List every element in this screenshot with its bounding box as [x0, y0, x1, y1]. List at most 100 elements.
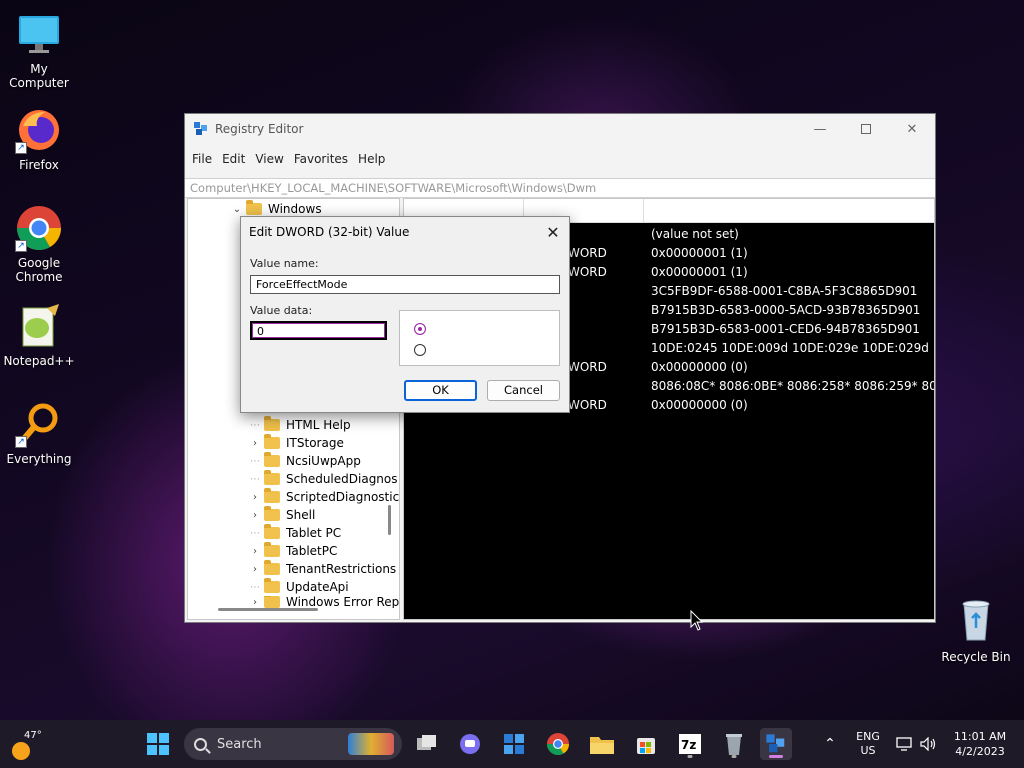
desktop-icon-chrome[interactable]: ↗ Google Chrome — [0, 204, 78, 284]
tray-overflow-button[interactable]: ⌃ — [820, 720, 840, 768]
chrome-icon — [547, 733, 569, 755]
value-data: 0x00000000 (0) — [651, 398, 748, 412]
recycle-taskbar-button[interactable] — [718, 728, 750, 760]
menu-help[interactable]: Help — [353, 152, 390, 166]
tree-item-label: Shell — [286, 508, 316, 522]
desktop-icon-label: Google Chrome — [15, 256, 63, 284]
7zip-button[interactable]: 7z — [674, 728, 706, 760]
tree-item[interactable]: ⋯ HTML Help — [250, 416, 351, 434]
tree-item[interactable]: › Windows Error Rep — [250, 596, 399, 608]
tree-vertical-scrollbar[interactable] — [388, 505, 391, 535]
close-icon: ✕ — [546, 222, 560, 242]
tree-item-label: ScheduledDiagnos — [286, 472, 398, 486]
chevron-right-icon[interactable]: › — [250, 438, 260, 449]
chevron-right-icon[interactable]: › — [250, 546, 260, 557]
tree-connector: ⋯ — [250, 455, 260, 467]
widgets-button[interactable] — [498, 728, 530, 760]
search-icon — [194, 737, 207, 751]
chevron-right-icon[interactable]: › — [250, 510, 260, 521]
maximize-button[interactable] — [843, 114, 889, 144]
maximize-icon — [861, 124, 871, 134]
chrome-taskbar-button[interactable] — [542, 728, 574, 760]
recycle-bin-icon — [952, 596, 1000, 644]
menu-view[interactable]: View — [250, 152, 288, 166]
weather-widget[interactable]: 47° — [10, 728, 44, 760]
value-data: 10DE:0245 10DE:009d 10DE:029e 10DE:029d … — [651, 341, 934, 355]
folder-icon — [264, 578, 280, 593]
shortcut-arrow-icon: ↗ — [15, 240, 27, 252]
tree-item-label: HTML Help — [286, 418, 351, 432]
dialog-title-bar[interactable]: Edit DWORD (32-bit) Value ✕ — [241, 217, 569, 247]
firefox-icon: ↗ — [15, 106, 63, 154]
file-explorer-button[interactable] — [586, 728, 618, 760]
chevron-right-icon[interactable]: › — [250, 564, 260, 575]
tree-item-label: TabletPC — [286, 544, 338, 558]
desktop-icon-my-computer[interactable]: My Computer — [0, 10, 78, 90]
tree-connector: ⋯ — [250, 419, 260, 431]
task-view-button[interactable] — [411, 728, 443, 760]
base-radio-decimal[interactable] — [414, 344, 426, 356]
cancel-button[interactable]: Cancel — [487, 380, 560, 401]
shortcut-arrow-icon: ↗ — [15, 436, 27, 448]
title-bar[interactable]: Registry Editor — ✕ — [185, 114, 935, 144]
tree-item[interactable]: ⋯ UpdateApi — [250, 578, 349, 596]
tree-item[interactable]: ⋯ NcsiUwpApp — [250, 452, 361, 470]
tree-item-label: ScriptedDiagnostic — [286, 490, 400, 504]
menu-file[interactable]: File — [187, 152, 217, 166]
active-indicator — [769, 755, 783, 758]
address-bar[interactable]: Computer\HKEY_LOCAL_MACHINE\SOFTWARE\Mic… — [185, 178, 935, 198]
desktop-icon-firefox[interactable]: ↗ Firefox — [0, 106, 78, 172]
minimize-button[interactable]: — — [797, 114, 843, 144]
regedit-taskbar-button[interactable] — [760, 728, 792, 760]
tree-item[interactable]: › Shell — [250, 506, 315, 524]
taskbar-search[interactable]: Search — [184, 728, 402, 760]
dialog-title: Edit DWORD (32-bit) Value — [249, 225, 410, 239]
value-data: 0x00000001 (1) — [651, 246, 748, 260]
desktop-icon-everything[interactable]: ↗ Everything — [0, 400, 78, 466]
value-type: WORD — [568, 360, 607, 374]
widgets-icon — [504, 734, 524, 754]
tree-item[interactable]: › TabletPC — [250, 542, 337, 560]
shortcut-arrow-icon: ↗ — [15, 142, 27, 154]
value-data-field[interactable]: 0 — [250, 321, 387, 340]
tree-item[interactable]: › ITStorage — [250, 434, 344, 452]
chevron-right-icon[interactable]: › — [250, 492, 260, 503]
edit-dword-dialog[interactable]: Edit DWORD (32-bit) Value ✕ Value name: … — [240, 216, 570, 413]
dialog-close-button[interactable]: ✕ — [537, 217, 569, 247]
tree-item[interactable]: › TenantRestrictions — [250, 560, 396, 578]
chevron-down-icon[interactable]: ⌄ — [232, 204, 242, 215]
store-button[interactable] — [630, 728, 662, 760]
tree-connector: ⋯ — [250, 473, 260, 485]
clock[interactable]: 11:01 AM 4/2/2023 — [950, 720, 1010, 768]
language-indicator[interactable]: ENG US — [852, 720, 884, 768]
network-button[interactable] — [896, 720, 914, 768]
search-highlight-icon — [348, 733, 394, 755]
folder-icon — [264, 434, 280, 449]
folder-icon — [264, 560, 280, 575]
tree-horizontal-scrollbar[interactable] — [218, 608, 318, 611]
tree-item-label: Tablet PC — [286, 526, 342, 540]
tree-item[interactable]: ⋯ ScheduledDiagnos — [250, 470, 398, 488]
folder-icon — [264, 506, 280, 521]
chrome-icon: ↗ — [15, 204, 63, 252]
base-radio-hexadecimal[interactable] — [414, 323, 426, 335]
value-name-field[interactable]: ForceEffectMode — [250, 275, 560, 294]
desktop-icon-recycle-bin[interactable]: Recycle Bin — [940, 596, 1012, 664]
start-button[interactable] — [142, 728, 174, 760]
menu-edit[interactable]: Edit — [217, 152, 250, 166]
tree-item[interactable]: › ScriptedDiagnostic — [250, 488, 399, 506]
desktop-icon-notepadpp[interactable]: Notepad++ — [0, 302, 78, 368]
menu-favorites[interactable]: Favorites — [289, 152, 353, 166]
regedit-icon — [766, 734, 785, 753]
chevron-right-icon[interactable]: › — [250, 597, 260, 608]
column-header-data[interactable] — [644, 199, 934, 222]
7zip-icon: 7z — [679, 734, 701, 754]
speaker-icon — [920, 737, 936, 751]
ok-button[interactable]: OK — [404, 380, 477, 401]
chat-button[interactable] — [454, 728, 486, 760]
tree-item[interactable]: ⋯ Tablet PC — [250, 524, 341, 542]
close-window-button[interactable]: ✕ — [889, 114, 935, 144]
value-name-label: Value name: — [250, 257, 319, 270]
folder-icon — [264, 452, 280, 467]
volume-button[interactable] — [920, 720, 940, 768]
